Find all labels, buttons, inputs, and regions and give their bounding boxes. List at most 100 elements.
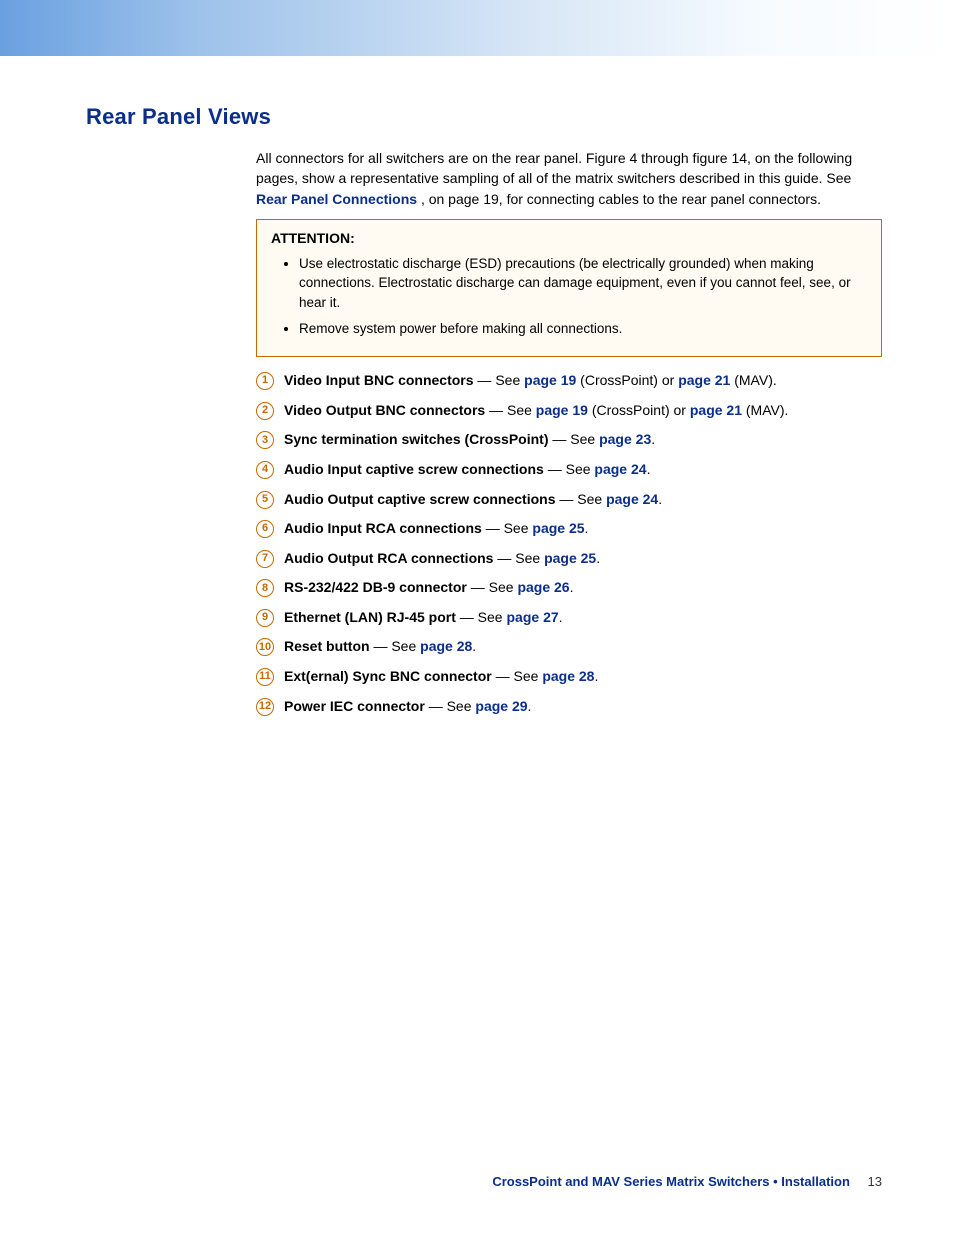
footer-text: CrossPoint and MAV Series Matrix Switche… xyxy=(492,1174,850,1189)
callout-number-icon: 6 xyxy=(256,520,274,538)
page-link[interactable]: page 24 xyxy=(606,491,658,507)
callout-text: Reset button — See page 28. xyxy=(284,637,476,657)
callout-bold: Sync termination switches (CrossPoint) xyxy=(284,431,549,447)
callout-number-icon: 3 xyxy=(256,431,274,449)
page-link[interactable]: page 21 xyxy=(690,402,742,418)
callout-suffix: . xyxy=(651,431,655,447)
callout-text: RS-232/422 DB-9 connector — See page 26. xyxy=(284,578,573,598)
callout-bold: Power IEC connector xyxy=(284,698,425,714)
callout-number-icon: 2 xyxy=(256,402,274,420)
callout-text: Audio Input captive screw connections — … xyxy=(284,460,650,480)
callout-text: Ext(ernal) Sync BNC connector — See page… xyxy=(284,667,598,687)
attention-item-1: Use electrostatic discharge (ESD) precau… xyxy=(299,254,867,313)
callout-bold: Video Input BNC connectors xyxy=(284,372,474,388)
content-area: Rear Panel Views All connectors for all … xyxy=(86,104,882,726)
page-link[interactable]: page 23 xyxy=(599,431,651,447)
callout-text: Audio Output RCA connections — See page … xyxy=(284,549,600,569)
callout-suffix: . xyxy=(647,461,651,477)
callout-text: Audio Input RCA connections — See page 2… xyxy=(284,519,588,539)
callout-bold: Video Output BNC connectors xyxy=(284,402,485,418)
callout-number-icon: 9 xyxy=(256,609,274,627)
callout-text: Ethernet (LAN) RJ-45 port — See page 27. xyxy=(284,608,563,628)
callout-number-icon: 10 xyxy=(256,638,274,656)
callout-bold: Audio Output captive screw connections xyxy=(284,491,555,507)
callout-mid: — See xyxy=(482,520,533,536)
callout-row: 2 Video Output BNC connectors — See page … xyxy=(256,401,882,421)
callout-mid: — See xyxy=(456,609,507,625)
callout-bold: Reset button xyxy=(284,638,370,654)
intro-text-a: All connectors for all switchers are on … xyxy=(256,150,852,186)
callout-number-icon: 5 xyxy=(256,491,274,509)
callout-bold: Ext(ernal) Sync BNC connector xyxy=(284,668,492,684)
callout-row: 3 Sync termination switches (CrossPoint) … xyxy=(256,430,882,450)
callout-number-icon: 1 xyxy=(256,372,274,390)
page-link[interactable]: page 24 xyxy=(594,461,646,477)
callout-bold: Audio Output RCA connections xyxy=(284,550,493,566)
callout-bold: Ethernet (LAN) RJ-45 port xyxy=(284,609,456,625)
callout-mid: — See xyxy=(544,461,595,477)
callout-suffix: (MAV). xyxy=(730,372,776,388)
page-link[interactable]: page 26 xyxy=(517,579,569,595)
callout-bold: Audio Input captive screw connections xyxy=(284,461,544,477)
page-link[interactable]: page 19 xyxy=(536,402,588,418)
page-link[interactable]: page 25 xyxy=(532,520,584,536)
callout-text: Power IEC connector — See page 29. xyxy=(284,697,531,717)
attention-item-2: Remove system power before making all co… xyxy=(299,319,867,339)
callout-number-icon: 11 xyxy=(256,668,274,686)
callout-row: 8 RS-232/422 DB-9 connector — See page 26… xyxy=(256,578,882,598)
callout-mid: — See xyxy=(425,698,476,714)
callout-suffix: . xyxy=(596,550,600,566)
page-link[interactable]: page 29 xyxy=(475,698,527,714)
page-link[interactable]: page 28 xyxy=(542,668,594,684)
callout-row: 7Audio Output RCA connections — See page… xyxy=(256,549,882,569)
callout-bold: Audio Input RCA connections xyxy=(284,520,482,536)
callout-row: 9 Ethernet (LAN) RJ-45 port — See page 27… xyxy=(256,608,882,628)
callout-mid: — See xyxy=(549,431,600,447)
callout-text: Sync termination switches (CrossPoint) —… xyxy=(284,430,655,450)
callout-mid: — See xyxy=(555,491,606,507)
callout-suffix: . xyxy=(658,491,662,507)
callout-suffix: . xyxy=(594,668,598,684)
section-title: Rear Panel Views xyxy=(86,104,882,130)
callout-mid: — See xyxy=(492,668,543,684)
intro-text-b: , on page 19, for connecting cables to t… xyxy=(421,191,821,207)
callout-row: 1 Video Input BNC connectors — See page 1… xyxy=(256,371,882,391)
page-link[interactable]: page 27 xyxy=(507,609,559,625)
callout-mid: — See xyxy=(370,638,421,654)
callout-number-icon: 12 xyxy=(256,698,274,716)
page-link[interactable]: page 25 xyxy=(544,550,596,566)
callout-number-icon: 8 xyxy=(256,579,274,597)
callout-suffix: (MAV). xyxy=(742,402,788,418)
callout-mid: — See xyxy=(485,402,536,418)
link-rear-panel-connections[interactable]: Rear Panel Connections xyxy=(256,191,417,207)
callout-suffix: . xyxy=(472,638,476,654)
callout-mid: — See xyxy=(467,579,518,595)
footer: CrossPoint and MAV Series Matrix Switche… xyxy=(0,1174,882,1189)
callout-text: Video Output BNC connectors — See page 1… xyxy=(284,401,788,421)
callout-row: 5Audio Output captive screw connections … xyxy=(256,490,882,510)
callout-row: 4 Audio Input captive screw connections —… xyxy=(256,460,882,480)
callout-between: (CrossPoint) or xyxy=(576,372,678,388)
callout-suffix: . xyxy=(585,520,589,536)
page-link[interactable]: page 28 xyxy=(420,638,472,654)
page-link[interactable]: page 21 xyxy=(678,372,730,388)
attention-box: ATTENTION: Use electrostatic discharge (… xyxy=(256,219,882,357)
top-gradient-bar xyxy=(0,0,954,56)
callout-suffix: . xyxy=(559,609,563,625)
callout-row: 6 Audio Input RCA connections — See page … xyxy=(256,519,882,539)
intro-paragraph: All connectors for all switchers are on … xyxy=(256,148,882,209)
callout-row: 11 Ext(ernal) Sync BNC connector — See pa… xyxy=(256,667,882,687)
callout-mid: — See xyxy=(493,550,544,566)
callout-text: Video Input BNC connectors — See page 19… xyxy=(284,371,777,391)
callout-row: 12 Power IEC connector — See page 29. xyxy=(256,697,882,717)
callout-between: (CrossPoint) or xyxy=(588,402,690,418)
page-link[interactable]: page 19 xyxy=(524,372,576,388)
callout-suffix: . xyxy=(570,579,574,595)
callout-number-icon: 4 xyxy=(256,461,274,479)
callout-bold: RS-232/422 DB-9 connector xyxy=(284,579,467,595)
callouts-list: 1 Video Input BNC connectors — See page 1… xyxy=(256,371,882,716)
callout-suffix: . xyxy=(528,698,532,714)
page-number: 13 xyxy=(868,1174,882,1189)
callout-row: 10 Reset button — See page 28. xyxy=(256,637,882,657)
attention-list: Use electrostatic discharge (ESD) precau… xyxy=(271,254,867,338)
